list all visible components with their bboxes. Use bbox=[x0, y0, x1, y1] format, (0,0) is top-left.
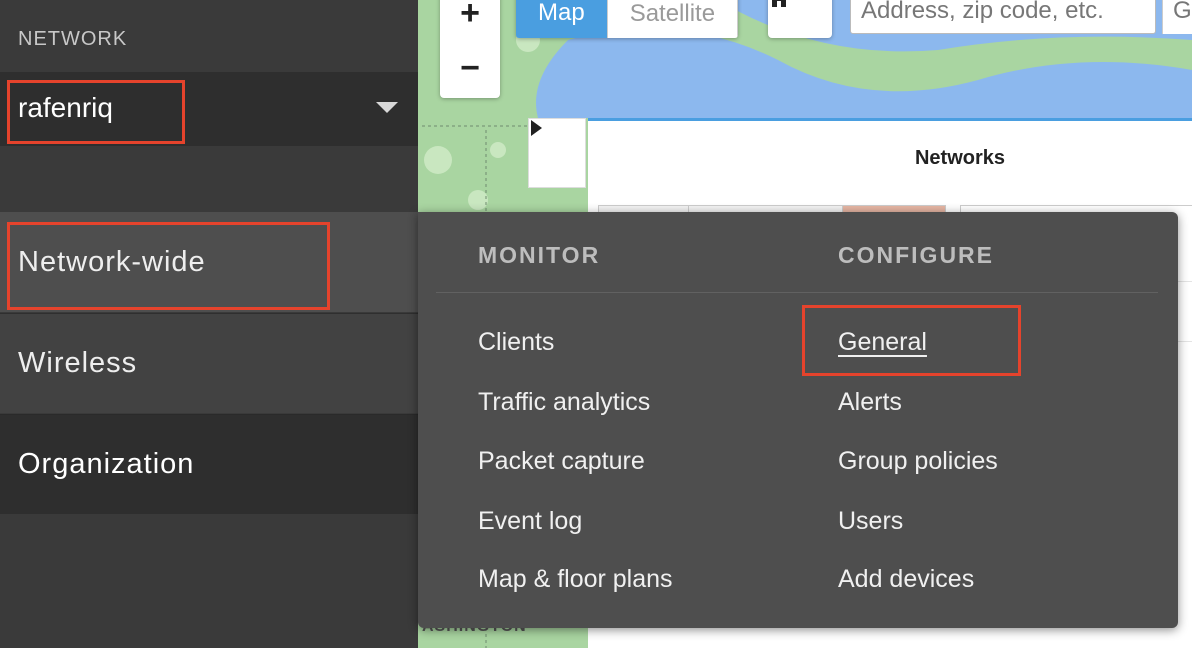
menu-item-users[interactable]: Users bbox=[838, 507, 903, 536]
network-heading: NETWORK bbox=[18, 28, 128, 50]
address-search-input[interactable] bbox=[850, 0, 1156, 34]
network-selector[interactable]: rafenriq bbox=[0, 72, 418, 146]
satellite-view-button[interactable]: Satellite bbox=[606, 0, 739, 38]
chevron-down-icon bbox=[376, 102, 398, 113]
map-type-toggle: Map Satellite bbox=[516, 0, 739, 38]
networks-panel-title: Networks bbox=[914, 147, 1006, 169]
home-icon bbox=[772, 0, 786, 7]
nav-item-network-wide[interactable]: Network-wide bbox=[0, 212, 418, 312]
panel-toggle-button[interactable] bbox=[528, 118, 586, 188]
network-wide-flyout-menu: MONITOR CONFIGURE Clients Traffic analyt… bbox=[418, 212, 1178, 628]
zoom-in-button[interactable]: + bbox=[440, 0, 500, 38]
address-search-extra[interactable]: G bbox=[1162, 0, 1192, 34]
menu-item-map-floor-plans[interactable]: Map & floor plans bbox=[478, 565, 673, 594]
map-view-button[interactable]: Map bbox=[516, 0, 607, 38]
menu-item-group-policies[interactable]: Group policies bbox=[838, 447, 998, 476]
menu-item-add-devices[interactable]: Add devices bbox=[838, 565, 974, 594]
menu-item-alerts[interactable]: Alerts bbox=[838, 388, 902, 417]
menu-item-clients[interactable]: Clients bbox=[478, 328, 554, 357]
menu-item-event-log[interactable]: Event log bbox=[478, 507, 582, 536]
nav-item-organization[interactable]: Organization bbox=[0, 414, 418, 514]
home-button[interactable] bbox=[768, 0, 832, 38]
menu-item-packet-capture[interactable]: Packet capture bbox=[478, 447, 645, 476]
nav-item-wireless[interactable]: Wireless bbox=[0, 313, 418, 413]
zoom-out-button[interactable]: − bbox=[440, 43, 500, 93]
network-name: rafenriq bbox=[18, 92, 113, 123]
sidebar: NETWORK rafenriq Network-wide Wireless O… bbox=[0, 0, 418, 648]
play-triangle-icon bbox=[531, 120, 542, 136]
zoom-control: + − bbox=[440, 0, 500, 98]
menu-item-general[interactable]: General bbox=[838, 328, 927, 357]
monitor-heading: MONITOR bbox=[478, 242, 601, 268]
menu-item-traffic-analytics[interactable]: Traffic analytics bbox=[478, 388, 650, 417]
configure-heading: CONFIGURE bbox=[838, 242, 994, 268]
flyout-divider bbox=[436, 292, 1158, 293]
